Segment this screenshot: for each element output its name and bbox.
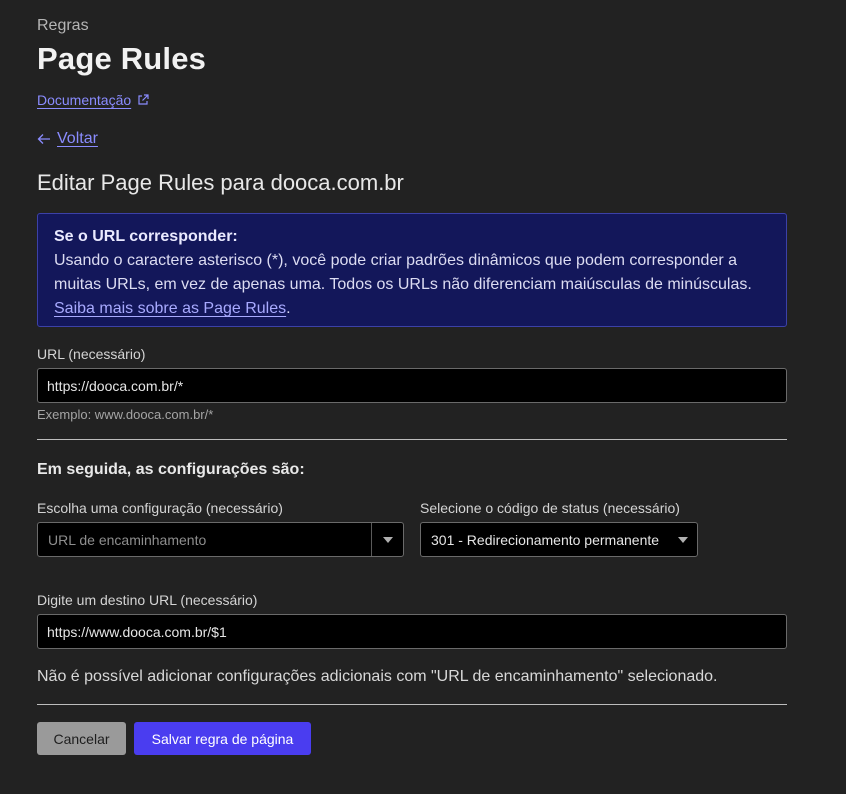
chevron-down-icon xyxy=(382,536,393,543)
info-body: Usando o caractere asterisco (*), você p… xyxy=(54,252,752,293)
learn-more-link[interactable]: Saiba mais sobre as Page Rules xyxy=(54,300,286,317)
status-label: Selecione o código de status (necessário… xyxy=(420,500,680,516)
settings-note: Não é possível adicionar configurações a… xyxy=(37,668,718,685)
save-rule-button[interactable]: Salvar regra de página xyxy=(134,722,311,755)
destination-url-input[interactable]: https://www.dooca.com.br/$1 xyxy=(37,614,787,649)
back-link-label: Voltar xyxy=(57,130,98,147)
status-select[interactable]: 301 - Redirecionamento permanente xyxy=(420,522,698,557)
divider xyxy=(37,704,787,705)
page-title: Page Rules xyxy=(37,41,207,76)
info-box: Se o URL corresponder: Usando o caracter… xyxy=(37,213,787,327)
documentation-link-label: Documentação xyxy=(37,92,132,108)
config-select[interactable]: URL de encaminhamento xyxy=(37,522,404,557)
cancel-button[interactable]: Cancelar xyxy=(37,722,126,755)
status-select-value: 301 - Redirecionamento permanente xyxy=(431,531,660,548)
back-link[interactable]: Voltar xyxy=(37,130,98,148)
external-link-icon xyxy=(138,94,149,105)
url-example: Exemplo: www.dooca.com.br/* xyxy=(37,407,214,422)
arrow-left-icon xyxy=(37,134,50,144)
documentation-link[interactable]: Documentação xyxy=(37,92,149,108)
status-dropdown-toggle[interactable] xyxy=(669,523,697,556)
dest-label: Digite um destino URL (necessário) xyxy=(37,592,258,608)
section-eyebrow: Regras xyxy=(37,17,89,34)
config-label: Escolha uma configuração (necessário) xyxy=(37,500,283,516)
url-input[interactable]: https://dooca.com.br/* xyxy=(37,368,787,403)
info-heading: Se o URL corresponder: xyxy=(54,228,238,245)
config-dropdown-toggle[interactable] xyxy=(371,523,403,556)
edit-title: Editar Page Rules para dooca.com.br xyxy=(37,170,404,195)
config-select-value: URL de encaminhamento xyxy=(48,531,207,548)
divider xyxy=(37,439,787,440)
url-label: URL (necessário) xyxy=(37,346,146,362)
chevron-down-icon xyxy=(678,536,688,543)
info-link-suffix: . xyxy=(286,300,291,317)
settings-heading: Em seguida, as configurações são: xyxy=(37,461,305,478)
